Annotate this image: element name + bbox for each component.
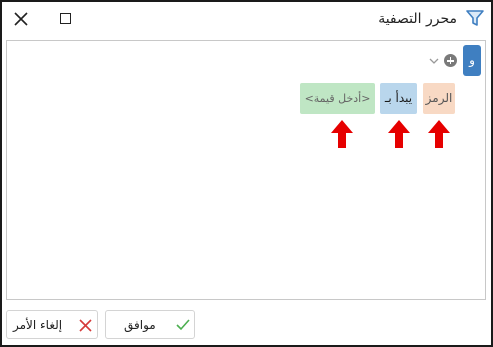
group-operator-chip[interactable]: و (463, 45, 481, 76)
cancel-button-label: إلغاء الأمر (13, 318, 63, 332)
add-circle-icon[interactable] (444, 54, 457, 67)
checkmark-icon (176, 319, 190, 331)
annotation-arrow-icon (428, 120, 450, 148)
annotation-arrow-icon (388, 120, 410, 148)
ok-button-label: موافق (124, 318, 156, 332)
filter-editor-dialog: محرر التصفية و الرمز يبدأ بـ <أدخل قيمة>… (0, 0, 493, 347)
window-title: محرر التصفية (378, 11, 457, 27)
maximize-icon[interactable] (60, 13, 71, 24)
annotation-arrow-icon (331, 120, 353, 148)
x-icon (79, 319, 92, 332)
condition-operator-chip[interactable]: يبدأ بـ (380, 83, 417, 114)
cancel-button[interactable]: إلغاء الأمر (6, 310, 98, 339)
condition-field-chip[interactable]: الرمز (423, 83, 455, 114)
filter-editor-area[interactable]: و الرمز يبدأ بـ <أدخل قيمة> (6, 40, 486, 300)
ok-button[interactable]: موافق (105, 310, 195, 339)
filter-icon (466, 10, 484, 26)
close-icon[interactable] (12, 10, 30, 28)
condition-value-chip[interactable]: <أدخل قيمة> (300, 83, 375, 114)
chevron-down-icon[interactable] (429, 57, 439, 65)
title-bar: محرر التصفية (2, 2, 491, 38)
